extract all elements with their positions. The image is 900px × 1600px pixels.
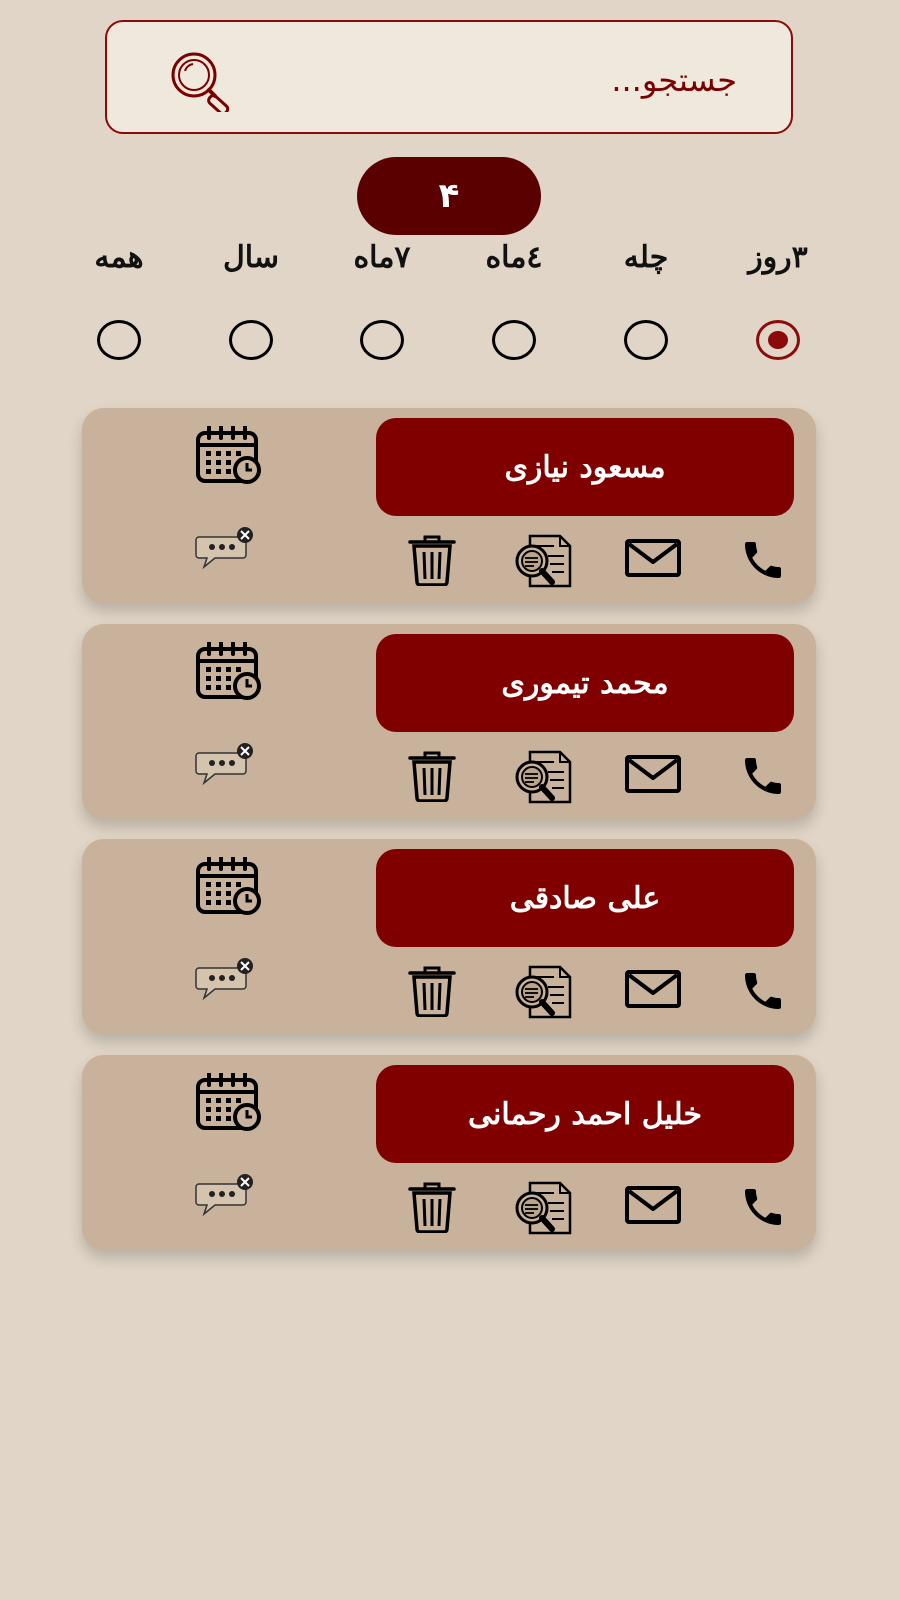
calendar-icon[interactable] bbox=[195, 1073, 263, 1131]
message-icon[interactable] bbox=[195, 957, 255, 1001]
message-icon[interactable] bbox=[195, 1173, 255, 1217]
filter-radio[interactable] bbox=[756, 320, 800, 360]
message-icon[interactable] bbox=[195, 742, 255, 786]
mail-icon[interactable] bbox=[624, 754, 682, 794]
search-input[interactable] bbox=[335, 52, 739, 108]
contact-name[interactable]: خلیل احمد رحمانی bbox=[376, 1065, 794, 1163]
filter-radio[interactable] bbox=[97, 320, 141, 360]
filter-radio[interactable] bbox=[229, 320, 273, 360]
filter-label: ۷ماه bbox=[353, 240, 411, 275]
calendar-icon[interactable] bbox=[195, 426, 263, 484]
filter-label: سال bbox=[222, 240, 280, 275]
contact-card[interactable]: علی صادقی bbox=[82, 839, 816, 1034]
phone-icon[interactable] bbox=[735, 536, 791, 584]
mail-icon[interactable] bbox=[624, 1185, 682, 1225]
trash-icon[interactable] bbox=[405, 1181, 459, 1233]
filter-label: همه bbox=[94, 240, 144, 275]
trash-icon[interactable] bbox=[405, 750, 459, 802]
count-badge: ۴ bbox=[357, 157, 541, 235]
contact-name[interactable]: علی صادقی bbox=[376, 849, 794, 947]
filter-label: ۳روز bbox=[748, 240, 808, 275]
mail-icon[interactable] bbox=[624, 969, 682, 1009]
trash-icon[interactable] bbox=[405, 965, 459, 1017]
search-box[interactable] bbox=[105, 20, 793, 134]
trash-icon[interactable] bbox=[405, 534, 459, 586]
document-search-icon[interactable] bbox=[512, 750, 576, 804]
filter-radio[interactable] bbox=[624, 320, 668, 360]
filter-radio[interactable] bbox=[360, 320, 404, 360]
filter-label: ٤ماه bbox=[485, 240, 543, 275]
phone-icon[interactable] bbox=[735, 1183, 791, 1231]
phone-icon[interactable] bbox=[735, 967, 791, 1015]
contact-card[interactable]: محمد تیموری bbox=[82, 624, 816, 819]
filter-radio[interactable] bbox=[492, 320, 536, 360]
document-search-icon[interactable] bbox=[512, 965, 576, 1019]
message-icon[interactable] bbox=[195, 526, 255, 570]
contact-name[interactable]: مسعود نیازی bbox=[376, 418, 794, 516]
search-icon[interactable] bbox=[167, 50, 237, 112]
document-search-icon[interactable] bbox=[512, 1181, 576, 1235]
document-search-icon[interactable] bbox=[512, 534, 576, 588]
contact-card[interactable]: خلیل احمد رحمانی bbox=[82, 1055, 816, 1250]
contact-card[interactable]: مسعود نیازی bbox=[82, 408, 816, 603]
mail-icon[interactable] bbox=[624, 538, 682, 578]
calendar-icon[interactable] bbox=[195, 642, 263, 700]
calendar-icon[interactable] bbox=[195, 857, 263, 915]
contact-name[interactable]: محمد تیموری bbox=[376, 634, 794, 732]
filter-label: چله bbox=[623, 240, 669, 275]
phone-icon[interactable] bbox=[735, 752, 791, 800]
